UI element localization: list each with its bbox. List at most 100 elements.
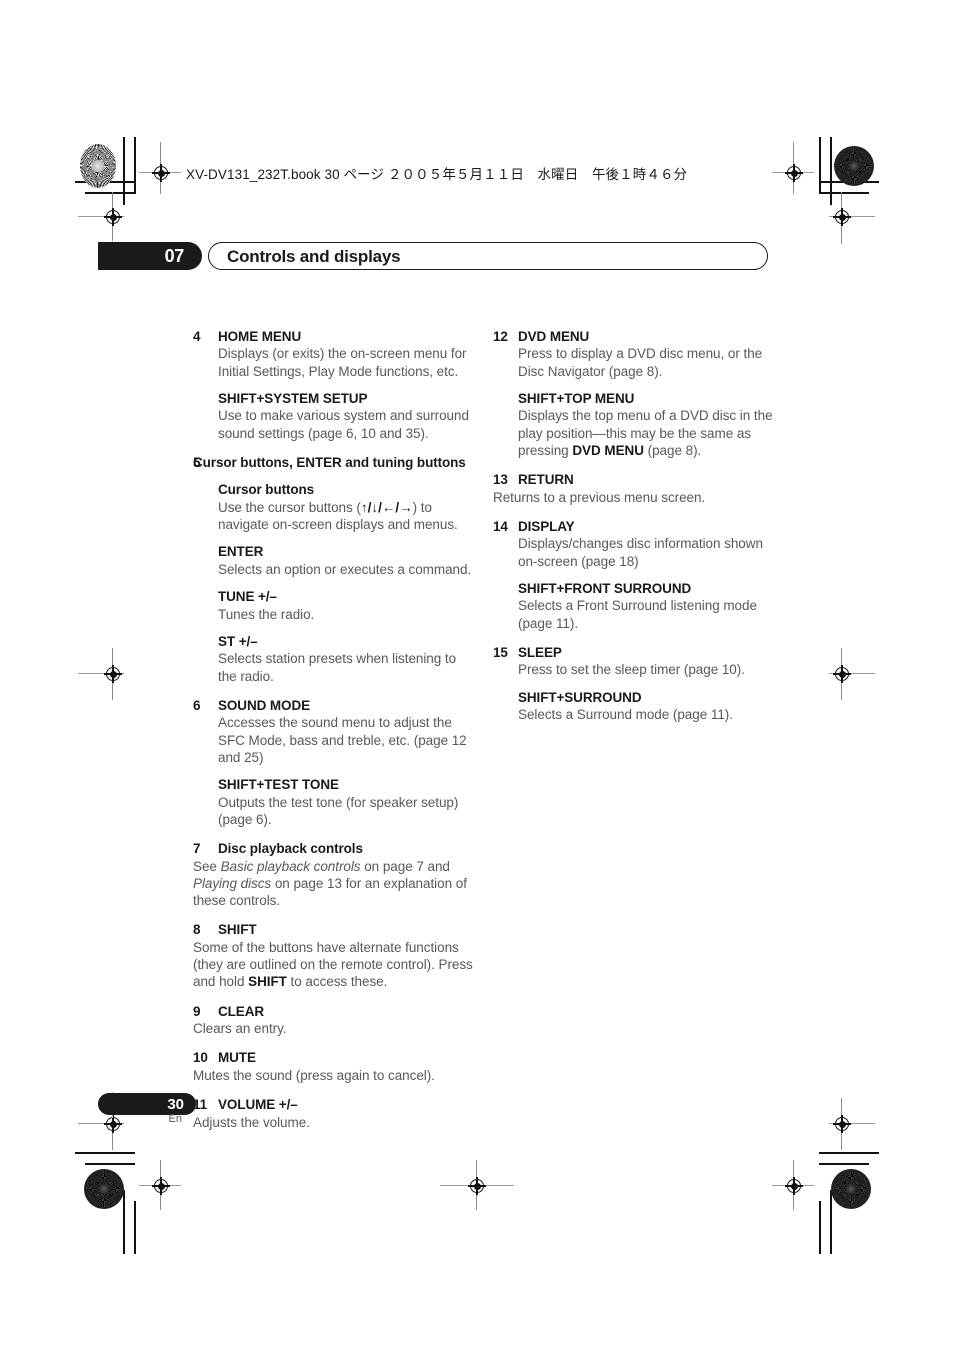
entry-sub-label: SHIFT+SURROUND — [518, 689, 642, 705]
registration-guide-line — [793, 142, 794, 194]
crop-mark-icon — [819, 137, 821, 194]
entry-label: VOLUME +/– — [218, 1097, 298, 1113]
list-item: 8 SHIFT Some of the buttons have alterna… — [193, 922, 475, 990]
entry-sub-description: Use to make various system and surround … — [218, 408, 469, 441]
desc-part: on page 7 and — [360, 858, 450, 874]
cursor-arrows-glyph: ↑/↓/←/→ — [360, 499, 413, 515]
entry-number: 7 — [193, 841, 201, 857]
entry-description: Accesses the sound menu to adjust the SF… — [218, 715, 467, 765]
registration-guide-line — [841, 648, 842, 700]
crop-mark-icon — [830, 1190, 832, 1254]
entry-number: 14 — [493, 519, 508, 534]
entry-sub-label: TUNE +/– — [218, 589, 277, 605]
chapter-header-bar: 07 Controls and displays — [98, 242, 768, 270]
registration-guide-line — [139, 172, 181, 173]
chapter-title-container: Controls and displays — [208, 242, 768, 270]
entry-sub-description: Selects a Front Surround listening mode … — [518, 598, 757, 631]
entry-description: Returns to a previous menu screen. — [493, 489, 706, 505]
entry-heading: 9 CLEAR — [193, 1004, 475, 1020]
list-item: 7 Disc playback controls See Basic playb… — [193, 841, 475, 909]
entry-number: 13 — [493, 472, 508, 488]
entry-heading: 13 RETURN — [493, 472, 775, 488]
list-item: 13 RETURN Returns to a previous menu scr… — [493, 472, 775, 506]
density-starburst-icon — [831, 1169, 871, 1209]
entry-heading: 7 Disc playback controls — [193, 841, 475, 857]
entry-label: CLEAR — [218, 1003, 264, 1019]
page-title: Controls and displays — [227, 246, 401, 266]
page-number-badge: 30 — [98, 1093, 196, 1115]
entry-label: SHIFT — [218, 922, 257, 938]
desc-part: (page 8). — [643, 443, 702, 458]
entry-number: 15 — [493, 645, 508, 660]
entry-number: 11 — [193, 1097, 208, 1113]
list-item: 14 DISPLAY Displays/changes disc informa… — [493, 519, 775, 632]
page-number: 30 — [167, 1095, 184, 1113]
entry-heading: 12 DVD MENU — [493, 329, 775, 345]
entry-sub-description: Outputs the test tone (for speaker setup… — [218, 794, 459, 827]
registration-guide-line — [841, 192, 842, 244]
entry-description: Mutes the sound (press again to cancel). — [193, 1067, 435, 1083]
density-starburst-icon — [84, 1169, 124, 1209]
registration-target-icon — [783, 1175, 805, 1197]
entry-sub-label: SHIFT+TEST TONE — [218, 777, 339, 793]
crop-mark-icon — [819, 1201, 821, 1254]
registration-guide-line — [829, 1123, 875, 1124]
entry-number: 6 — [193, 697, 201, 713]
density-starburst-icon — [834, 146, 874, 186]
chapter-number: 07 — [164, 246, 185, 266]
crop-mark-icon — [819, 1163, 869, 1165]
registration-target-icon — [783, 162, 805, 184]
registration-guide-line — [772, 1185, 814, 1186]
registration-guide-line — [476, 1160, 477, 1210]
entry-number: 4 — [193, 329, 201, 344]
right-column: 12 DVD MENU Press to display a DVD disc … — [493, 329, 775, 723]
language-code: En — [168, 1113, 182, 1125]
prepress-marks-layer — [0, 0, 954, 1351]
entry-number: 9 — [193, 1003, 201, 1019]
crop-mark-icon — [85, 1163, 135, 1165]
entry-label: MUTE — [218, 1050, 256, 1066]
entry-label: RETURN — [518, 472, 574, 488]
registration-target-icon — [831, 206, 853, 228]
entry-sub-label: ST +/– — [218, 633, 258, 649]
entry-description: Press to set the sleep timer (page 10). — [518, 662, 745, 678]
entry-description: Displays/changes disc information shown … — [518, 536, 763, 569]
crop-mark-icon — [819, 192, 869, 194]
entry-sub-label: SHIFT+TOP MENU — [518, 391, 635, 406]
entry-sub-label: Cursor buttons — [218, 482, 315, 498]
entry-heading: 15 SLEEP — [493, 645, 775, 661]
list-item: 15 SLEEP Press to set the sleep timer (p… — [493, 645, 775, 723]
desc-part: See — [193, 858, 221, 874]
list-item: 5 Cursor buttons, ENTER and tuning butto… — [193, 455, 475, 685]
registration-guide-line — [78, 216, 124, 217]
registration-guide-line — [78, 673, 124, 674]
entry-label: DISPLAY — [518, 519, 575, 534]
registration-guide-line — [829, 673, 875, 674]
desc-italic-reference: Playing discs — [193, 875, 272, 891]
list-item: 6 SOUND MODE Accesses the sound menu to … — [193, 698, 475, 828]
list-item: 11 VOLUME +/– Adjusts the volume. — [193, 1097, 475, 1131]
desc-bold-keyword: SHIFT — [248, 974, 287, 990]
crop-mark-icon — [819, 181, 879, 183]
crop-mark-icon — [134, 137, 136, 194]
registration-target-icon — [466, 1175, 488, 1197]
registration-target-icon — [150, 162, 172, 184]
list-item: 10 MUTE Mutes the sound (press again to … — [193, 1050, 475, 1084]
crop-mark-icon — [819, 1152, 879, 1154]
entry-description: Press to display a DVD disc menu, or the… — [518, 346, 763, 379]
registration-guide-line — [440, 1185, 514, 1186]
entry-label: HOME MENU — [218, 329, 302, 344]
entry-number: 12 — [493, 329, 508, 344]
registration-target-icon — [831, 1113, 853, 1135]
entry-number: 10 — [193, 1050, 208, 1066]
registration-guide-line — [793, 1160, 794, 1210]
book-file-header: XV-DV131_232T.book 30 ページ ２００５年５月１１日 水曜日… — [186, 167, 688, 182]
entry-sub-label: SHIFT+SYSTEM SETUP — [218, 391, 368, 406]
registration-target-icon — [102, 206, 124, 228]
crop-mark-icon — [123, 1190, 125, 1254]
entry-sub-description: Use the cursor buttons (↑/↓/←/→) to navi… — [218, 499, 475, 534]
entry-heading: 10 MUTE — [193, 1050, 475, 1066]
registration-guide-line — [112, 192, 113, 244]
entry-heading: 6 SOUND MODE — [193, 698, 475, 714]
entry-sub-description: Tunes the radio. — [218, 606, 315, 622]
